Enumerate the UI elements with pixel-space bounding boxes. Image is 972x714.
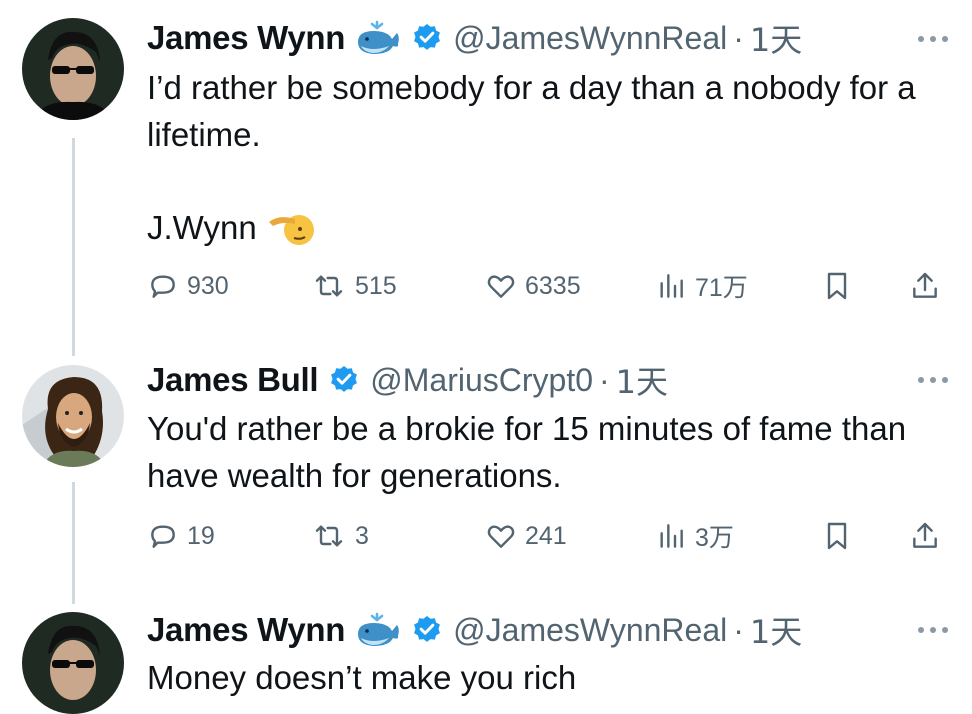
timestamp[interactable]: 1天 [750,15,802,61]
more-icon[interactable] [918,622,948,638]
more-icon[interactable] [918,372,948,388]
avatar[interactable] [22,18,124,120]
reply-button[interactable]: 930 [147,266,229,306]
heart-icon [487,275,515,298]
bookmark-button[interactable] [821,266,853,306]
share-icon [913,522,937,548]
signature: J.Wynn [147,208,315,248]
avatar[interactable] [22,612,124,714]
action-bar: 930 515 6335 71万 [147,266,947,306]
retweet-icon [315,275,343,297]
more-icon[interactable] [918,31,948,47]
views-button[interactable]: 71万 [655,266,748,306]
display-name[interactable]: James Wynn [147,19,345,57]
thread-line [72,482,75,604]
views-icon [660,524,683,548]
handle[interactable]: @JamesWynnReal [453,612,727,649]
whale-icon [355,612,401,648]
share-icon [913,272,937,298]
tweet-header: James Bull @MariusCrypt0 · 1天 [147,358,668,402]
reply-icon [151,525,175,548]
verified-badge-icon [411,22,443,54]
reply-icon [151,275,175,298]
handle[interactable]: @MariusCrypt0 [370,362,593,399]
tweet-text: You'd rather be a brokie for 15 minutes … [147,410,907,494]
heart-icon [487,525,515,548]
handle[interactable]: @JamesWynnReal [453,20,727,57]
views-button[interactable]: 3万 [655,516,734,556]
like-count: 241 [525,521,567,550]
bookmark-icon [827,522,847,550]
bookmark-button[interactable] [821,516,853,556]
verified-badge-icon [411,614,443,646]
reply-count: 19 [187,521,215,550]
share-button[interactable] [909,266,941,306]
tweet-text: Money doesn’t make you rich [147,659,577,696]
tweet-text: I’d rather be somebody for a day than a … [147,69,916,153]
like-button[interactable]: 6335 [485,266,581,306]
separator: · [733,611,744,648]
like-button[interactable]: 241 [485,516,567,556]
separator: · [599,361,610,398]
retweet-button[interactable]: 515 [311,266,397,306]
bookmark-icon [827,272,847,300]
timestamp[interactable]: 1天 [750,607,802,653]
saluting-face-icon [267,209,315,247]
display-name[interactable]: James Wynn [147,611,345,649]
like-count: 6335 [525,271,581,300]
timestamp[interactable]: 1天 [616,357,668,403]
reply-button[interactable]: 19 [147,516,215,556]
share-button[interactable] [909,516,941,556]
views-icon [660,274,683,298]
avatar[interactable] [22,365,124,467]
action-bar: 19 3 241 3万 [147,516,947,556]
view-count: 3万 [695,524,734,552]
verified-badge-icon [328,364,360,396]
retweet-icon [315,525,343,547]
display-name[interactable]: James Bull [147,361,319,399]
retweet-count: 515 [355,271,397,300]
whale-icon [355,20,401,56]
separator: · [733,19,744,56]
signature-text: J.Wynn [147,209,257,246]
retweet-button[interactable]: 3 [311,516,369,556]
thread-line [72,138,75,356]
retweet-count: 3 [355,521,369,550]
reply-count: 930 [187,271,229,300]
tweet-header: James Wynn @JamesWynnReal · 1天 [147,16,802,60]
tweet-header: James Wynn @JamesWynnReal · 1天 [147,608,802,652]
view-count: 71万 [695,274,748,302]
